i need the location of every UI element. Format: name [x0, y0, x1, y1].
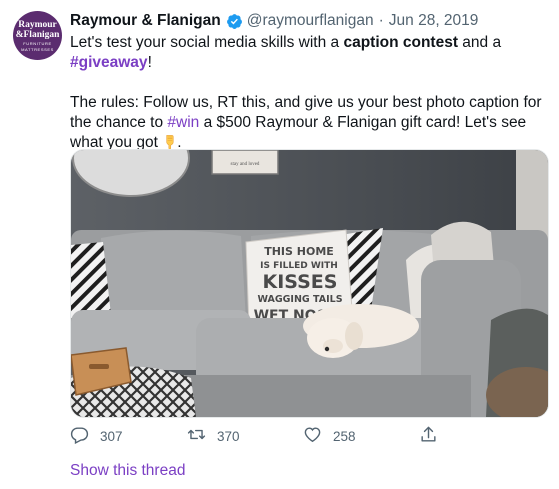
avatar-line-3: FURNITURE — [23, 40, 52, 46]
hashtag-win[interactable]: #win — [167, 114, 199, 131]
emoji-pointing-down-icon — [162, 134, 177, 150]
text-line1-b: and a — [458, 34, 502, 51]
pillow-text-line4: WAGGING TAILS — [257, 294, 342, 305]
pillow-text-line1: THIS HOME — [264, 245, 334, 258]
share-icon — [419, 425, 438, 447]
avatar-line-1: Raymour — [18, 19, 57, 30]
text-line1-a: Let's test your social media skills with… — [70, 34, 344, 51]
tweet-text: Let's test your social media skills with… — [70, 33, 548, 153]
reply-icon — [70, 425, 89, 447]
retweet-icon — [187, 425, 206, 447]
avatar-line-4: MATTRESSES — [21, 46, 54, 52]
text-bold-caption: caption contest — [343, 34, 458, 51]
avatar-line-2: &Flanigan — [15, 29, 60, 40]
display-name[interactable]: Raymour & Flanigan — [70, 12, 221, 30]
sofa-cushion-back-left — [99, 230, 246, 322]
tweet[interactable]: Raymour &Flanigan FURNITURE MATTRESSES R… — [0, 0, 559, 489]
wall-frame-text: stay and loved — [231, 162, 260, 167]
tweet-actions: 307 370 258 — [70, 426, 450, 446]
like-count: 258 — [333, 428, 356, 444]
show-thread-link[interactable]: Show this thread — [70, 462, 185, 480]
pillow-text-line3: KISSES — [263, 271, 338, 293]
tweet-header: Raymour & Flanigan @raymourflanigan · Ju… — [70, 11, 478, 31]
like-button[interactable]: 258 — [303, 426, 356, 446]
retweet-button[interactable]: 370 — [187, 426, 240, 446]
verified-badge-icon — [226, 13, 243, 30]
handle[interactable]: @raymourflanigan — [247, 12, 374, 30]
avatar[interactable]: Raymour &Flanigan FURNITURE MATTRESSES — [13, 11, 62, 60]
pillow-text-line2: IS FILLED WITH — [260, 261, 338, 271]
text-line2-end: ! — [147, 54, 152, 71]
retweet-count: 370 — [217, 428, 240, 444]
tweet-date[interactable]: Jun 28, 2019 — [389, 12, 479, 30]
share-button[interactable] — [419, 426, 438, 446]
hashtag-giveaway[interactable]: #giveaway — [70, 54, 148, 71]
like-icon — [303, 425, 322, 447]
separator-dot: · — [378, 12, 384, 29]
reply-button[interactable]: 307 — [70, 426, 123, 446]
reply-count: 307 — [100, 428, 123, 444]
tweet-photo[interactable]: stay and loved THIS HOME IS FILLED WITH … — [70, 149, 549, 418]
